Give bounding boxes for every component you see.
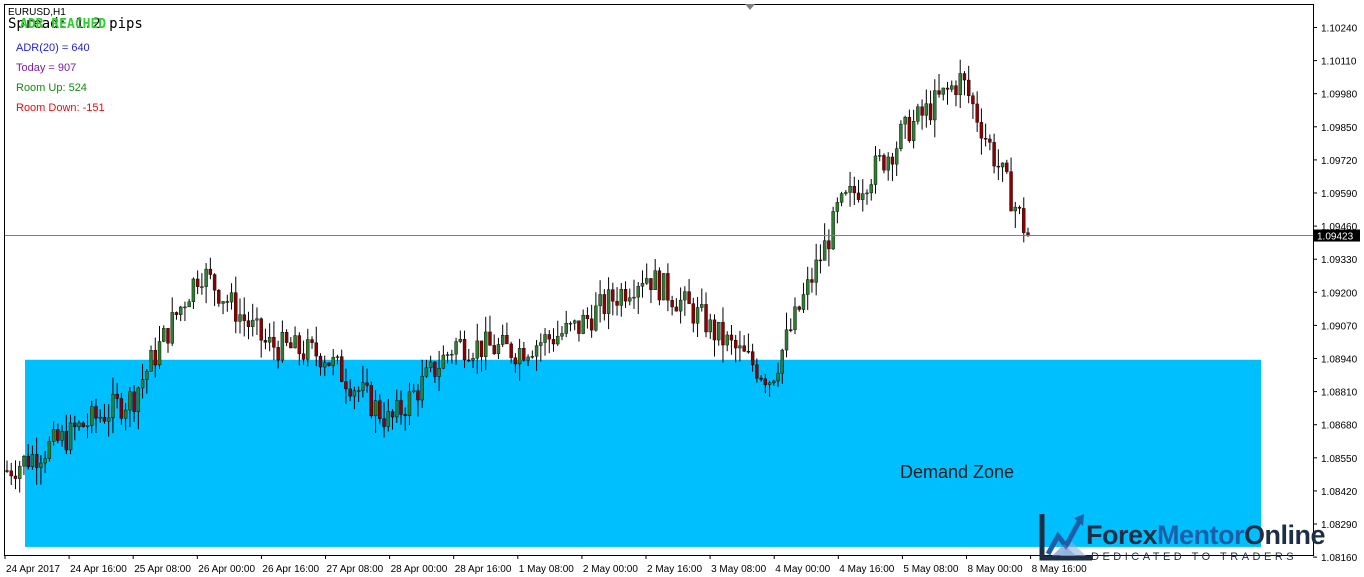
today-value: Today = 907: [16, 62, 77, 74]
y-tick-label: 1.09720: [1321, 156, 1358, 167]
room-up-value: Room Up: 524: [16, 82, 87, 94]
x-tick-label: 28 Apr 00:00: [391, 564, 448, 575]
x-tick-label: 8 May 00:00: [968, 564, 1023, 575]
scroll-marker-icon[interactable]: [745, 4, 755, 10]
x-tick-label: 4 May 00:00: [775, 564, 830, 575]
logo-word-online: Online: [1244, 520, 1326, 550]
logo-wordmark: ForexMentorOnline: [1086, 520, 1326, 551]
current-price-label: 1.09423: [1317, 232, 1354, 243]
logo-word-forex: Forex: [1086, 520, 1158, 550]
x-tick-label: 1 May 08:00: [519, 564, 574, 575]
x-tick-label: 24 Apr 16:00: [70, 564, 127, 575]
y-tick-label: 1.10240: [1321, 24, 1358, 35]
y-tick-label: 1.09070: [1321, 321, 1358, 332]
x-tick-label: 28 Apr 16:00: [455, 564, 512, 575]
x-tick-label: 26 Apr 16:00: [262, 564, 319, 575]
x-tick-label: 2 May 00:00: [583, 564, 638, 575]
y-tick-label: 1.08420: [1321, 487, 1358, 498]
x-tick-label: 25 Apr 08:00: [134, 564, 191, 575]
x-tick-label: 26 Apr 00:00: [198, 564, 255, 575]
y-tick-label: 1.09460: [1321, 222, 1358, 233]
y-tick-label: 1.10110: [1321, 57, 1357, 68]
y-tick-label: 1.09980: [1321, 90, 1358, 101]
x-tick-label: 3 May 08:00: [711, 564, 766, 575]
x-tick-label: 4 May 16:00: [839, 564, 894, 575]
y-tick-label: 1.09590: [1321, 189, 1358, 200]
adr-status-label: ADR REACHED: [20, 17, 107, 32]
y-tick-label: 1.08550: [1321, 454, 1358, 465]
chart-frame: [4, 4, 1314, 556]
y-tick-label: 1.09200: [1321, 288, 1358, 299]
room-down-value: Room Down: -151: [16, 102, 105, 114]
x-tick-label: 2 May 16:00: [647, 564, 702, 575]
chart-window[interactable]: 1.09423 1.10240 1.10110 1.09980 1.09850 1.09…: [0, 0, 1364, 577]
adr-value: ADR(20) = 640: [16, 42, 90, 54]
x-tick-label: 24 Apr 2017: [6, 564, 60, 575]
brand-logo: ForexMentorOnline DEDICATED TO TRADERS: [1036, 500, 1364, 577]
logo-tagline: DEDICATED TO TRADERS: [1091, 551, 1298, 563]
y-tick-label: 1.09850: [1321, 123, 1358, 134]
y-tick-label: 1.08810: [1321, 388, 1358, 399]
y-tick-label: 1.08680: [1321, 421, 1358, 432]
x-tick-label: 5 May 08:00: [903, 564, 958, 575]
logo-word-mentor: Mentor: [1157, 520, 1245, 550]
y-tick-label: 1.09330: [1321, 255, 1358, 266]
x-tick-label: 27 Apr 08:00: [327, 564, 384, 575]
y-tick-label: 1.08940: [1321, 355, 1358, 366]
